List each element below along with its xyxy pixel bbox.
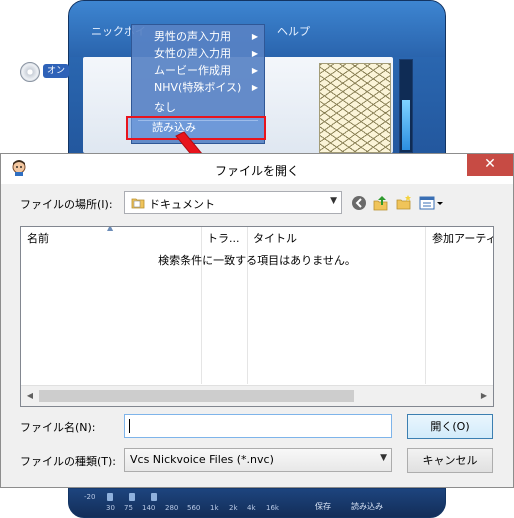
chevron-down-icon: ▼ (380, 453, 387, 463)
look-in-combo[interactable]: ドキュメント ▼ (124, 191, 342, 214)
level-meter (399, 59, 413, 153)
cancel-button[interactable]: キャンセル (407, 448, 493, 473)
folder-icon (131, 198, 145, 209)
eq-tick: 75 (124, 504, 133, 512)
open-button[interactable]: 開く(O) (407, 414, 493, 439)
submenu-arrow-icon: ▶ (251, 49, 258, 58)
submenu-arrow-icon: ▶ (251, 66, 258, 75)
look-in-value: ドキュメント (149, 198, 215, 211)
menu-item-label: 男性の声入力用 (154, 30, 231, 43)
menu-item-label: ムービー作成用 (154, 64, 231, 77)
menu-item-label: なし (154, 101, 176, 114)
up-folder-icon[interactable] (372, 194, 390, 212)
close-icon: ✕ (484, 156, 496, 172)
filetype-label: ファイルの種類(T): (20, 455, 117, 468)
column-divider (247, 227, 248, 384)
open-file-dialog: ファイルを開く ✕ ファイルの場所(I): ドキュメント ▼ ▲ 名前 トラ..… (0, 153, 514, 488)
menu-item-none[interactable]: なし (132, 99, 264, 116)
eq-tick: 560 (187, 504, 201, 512)
horizontal-scrollbar[interactable]: ◀ ▶ (21, 385, 493, 406)
column-header-name[interactable]: 名前 (21, 227, 201, 251)
save-label[interactable]: 保存 (315, 501, 331, 512)
column-divider (201, 227, 202, 384)
eq-slider-knob[interactable] (107, 493, 113, 501)
scroll-left-icon[interactable]: ◀ (23, 389, 37, 403)
eq-tick: 280 (165, 504, 179, 512)
column-header-title[interactable]: タイトル (247, 227, 425, 251)
menu-item-male-voice[interactable]: 男性の声入力用 ▶ (132, 28, 264, 45)
filetype-value: Vcs Nickvoice Files (*.nvc) (130, 453, 274, 466)
menu-item-movie[interactable]: ムービー作成用 ▶ (132, 62, 264, 79)
menu-help[interactable]: ヘルプ (277, 23, 310, 39)
disc-icon (20, 62, 40, 82)
file-list-view[interactable]: ▲ 名前 トラ... タイトル 参加アーティ 検索条件に一致する項目はありません… (20, 226, 494, 407)
scrollbar-thumb[interactable] (39, 390, 354, 402)
text-caret (129, 419, 130, 433)
eq-tick: 140 (142, 504, 156, 512)
empty-results-message: 検索条件に一致する項目はありません。 (158, 254, 356, 267)
eq-tick: 1k (210, 504, 219, 512)
column-header-artist[interactable]: 参加アーティ (426, 227, 493, 251)
db-label: -20 (84, 493, 96, 501)
submenu-arrow-icon: ▶ (251, 83, 258, 92)
eq-slider-knob[interactable] (129, 493, 135, 501)
chevron-down-icon: ▼ (330, 196, 337, 206)
menu-item-label: NHV(特殊ボイス) (154, 81, 242, 94)
dialog-titlebar: ファイルを開く ✕ (1, 154, 513, 184)
filetype-select[interactable]: Vcs Nickvoice Files (*.nvc) ▼ (124, 448, 392, 472)
view-menu-icon[interactable] (419, 194, 445, 212)
filename-label: ファイル名(N): (20, 421, 96, 434)
dialog-title: ファイルを開く (214, 164, 299, 178)
look-in-label: ファイルの場所(I): (20, 198, 113, 211)
menu-item-female-voice[interactable]: 女性の声入力用 ▶ (132, 45, 264, 62)
on-badge[interactable]: オン (43, 64, 70, 78)
close-button[interactable]: ✕ (467, 154, 513, 176)
menu-item-nhv[interactable]: NHV(特殊ボイス) ▶ (132, 79, 264, 96)
eq-tick: 16k (266, 504, 279, 512)
column-divider (425, 227, 426, 384)
load-label[interactable]: 読み込み (351, 501, 383, 512)
eq-slider-knob[interactable] (151, 493, 157, 501)
voice-grid-display (319, 63, 391, 153)
submenu-arrow-icon: ▶ (251, 32, 258, 41)
eq-tick: 4k (247, 504, 256, 512)
eq-tick: 30 (106, 504, 115, 512)
filename-input[interactable] (124, 414, 392, 438)
scroll-right-icon[interactable]: ▶ (477, 389, 491, 403)
menu-item-label: 女性の声入力用 (154, 47, 231, 60)
new-folder-icon[interactable] (395, 194, 413, 212)
eq-tick: 2k (229, 504, 238, 512)
column-header-track[interactable]: トラ... (201, 227, 247, 251)
back-icon[interactable] (350, 194, 368, 212)
